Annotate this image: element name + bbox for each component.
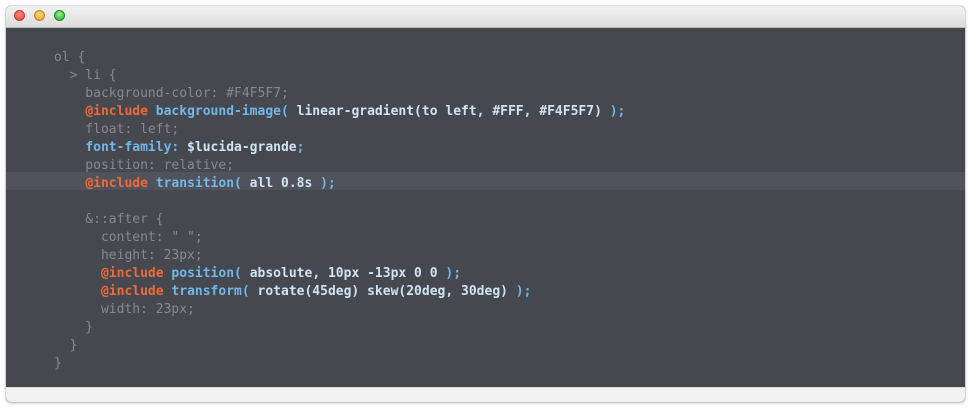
code-line: font-family: $lucida-grande; xyxy=(54,139,625,157)
code-function: transform( xyxy=(163,284,250,299)
code-argument: all 0.8s xyxy=(241,176,313,191)
code-function: font-family: xyxy=(85,140,180,155)
code-line: @include transform( rotate(45deg) skew(2… xyxy=(54,283,625,301)
code-line: > li { xyxy=(54,68,117,83)
close-window-button[interactable] xyxy=(14,10,25,21)
window-footer xyxy=(6,387,965,402)
code-argument: absolute, 10px -13px 0 0 xyxy=(241,266,438,281)
code-keyword: @include xyxy=(85,104,148,119)
code-keyword: @include xyxy=(100,266,164,281)
code-argument: rotate(45deg) skew(20deg, 30deg) xyxy=(249,284,508,299)
code-keyword: @include xyxy=(100,284,164,299)
code-line: height: 23px; xyxy=(54,248,203,263)
code-function: background-image( xyxy=(147,104,289,119)
code-window: ol { > li { background-color: #F4F5F7; @… xyxy=(6,6,965,402)
code-punctuation: ); xyxy=(601,104,626,119)
code-line: float: left; xyxy=(54,122,180,137)
code-argument: $lucida-grande xyxy=(179,140,297,155)
code-content: ol { > li { background-color: #F4F5F7; @… xyxy=(54,49,625,373)
code-function: position( xyxy=(163,266,242,281)
code-argument: linear-gradient(to left, #FFF, #F4F5F7) xyxy=(288,104,602,119)
code-line: width: 23px; xyxy=(54,302,195,317)
code-punctuation: ); xyxy=(507,284,532,299)
code-line: @include background-image( linear-gradie… xyxy=(54,103,625,121)
code-punctuation: ; xyxy=(296,140,305,155)
code-line: @include transition( all 0.8s ); xyxy=(54,175,625,193)
code-line: content: " "; xyxy=(54,230,203,245)
code-line: &::after { xyxy=(54,212,164,227)
code-line: } xyxy=(54,356,62,371)
code-line: position: relative; xyxy=(54,158,235,173)
code-line: background-color: #F4F5F7; xyxy=(54,86,289,101)
code-function: transition( xyxy=(147,176,242,191)
window-titlebar xyxy=(6,6,965,28)
code-line: ol { xyxy=(54,50,86,65)
code-line: } xyxy=(54,338,78,353)
code-punctuation: ); xyxy=(437,266,462,281)
code-line: } xyxy=(54,320,94,335)
minimize-window-button[interactable] xyxy=(34,10,45,21)
code-line: @include position( absolute, 10px -13px … xyxy=(54,265,625,283)
maximize-window-button[interactable] xyxy=(54,10,65,21)
code-keyword: @include xyxy=(85,176,148,191)
code-punctuation: ); xyxy=(312,176,336,191)
code-editor[interactable]: ol { > li { background-color: #F4F5F7; @… xyxy=(6,28,965,387)
